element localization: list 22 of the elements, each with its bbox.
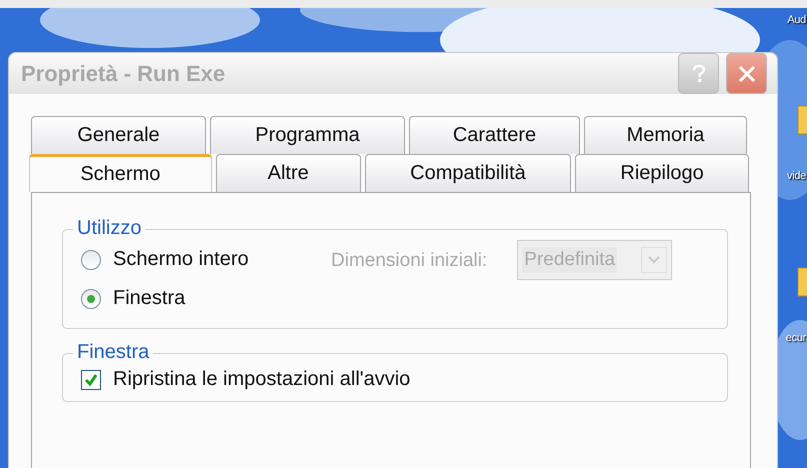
- tab[interactable]: Riepilogo: [575, 154, 749, 192]
- radio-label[interactable]: Schermo intero: [113, 248, 249, 271]
- radio-button[interactable]: [81, 288, 101, 308]
- tab[interactable]: Schermo: [29, 154, 212, 192]
- radio-button[interactable]: [81, 250, 101, 270]
- tab[interactable]: Carattere: [409, 116, 580, 154]
- tab[interactable]: Altre: [216, 154, 361, 192]
- tab[interactable]: Compatibilità: [364, 154, 572, 192]
- close-button[interactable]: [726, 53, 767, 94]
- field-label: Dimensioni iniziali:: [331, 250, 488, 272]
- help-icon: [690, 62, 706, 84]
- radio-label[interactable]: Finestra: [113, 287, 186, 310]
- tab[interactable]: Generale: [31, 116, 206, 154]
- checkbox-label[interactable]: Ripristina le impostazioni all'avvio: [113, 368, 410, 391]
- desktop-icon-label[interactable]: Aud: [787, 14, 806, 26]
- close-icon: [736, 64, 756, 84]
- checkbox[interactable]: [81, 370, 101, 390]
- chevron-down-icon: [641, 247, 668, 273]
- tab[interactable]: Memoria: [584, 116, 747, 154]
- help-button[interactable]: [678, 53, 719, 94]
- window-title: Proprietà - Run Exe: [21, 60, 226, 86]
- tab[interactable]: Programma: [210, 116, 405, 154]
